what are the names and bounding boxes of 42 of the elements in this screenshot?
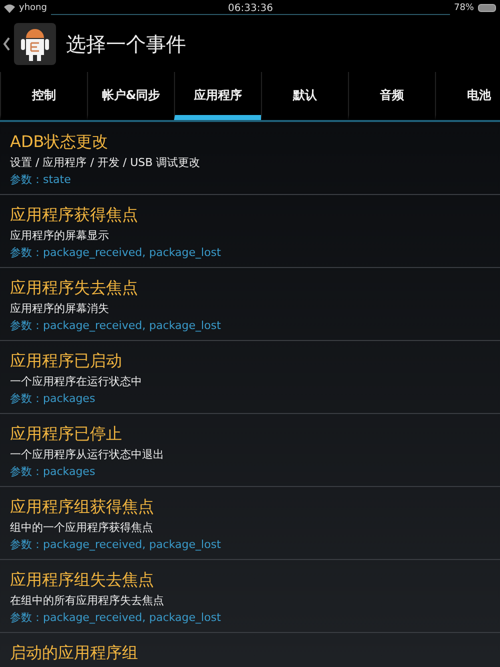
event-list-item[interactable]: 启动的应用程序组 [0, 633, 500, 667]
event-list-item[interactable]: 应用程序组获得焦点 组中的一个应用程序获得焦点 参数：package_received, package_lost [0, 487, 500, 560]
event-parameters: 参数：package_received, package_lost [10, 318, 222, 334]
event-parameters: 参数：package_received, package_lost [10, 245, 222, 261]
event-list-item[interactable]: 应用程序组失去焦点 在组中的所有应用程序失去焦点 参数：package_received, package_lost [0, 560, 500, 633]
event-title: 应用程序已启动 [10, 351, 123, 371]
battery-icon [478, 4, 496, 12]
back-chevron-icon[interactable] [3, 37, 10, 51]
tab[interactable]: 帐户&同步 [87, 72, 174, 120]
event-list-item[interactable]: ADB状态更改 设置 / 应用程序 / 开发 / USB 调试更改 参数：state [0, 122, 500, 195]
tab[interactable]: 默认 [261, 72, 348, 120]
event-parameters: 参数：packages [10, 391, 96, 407]
wifi-icon [4, 4, 15, 12]
event-list-item[interactable]: 应用程序已启动 一个应用程序在运行状态中 参数：packages [0, 341, 500, 414]
event-list-item[interactable]: 应用程序获得焦点 应用程序的屏幕显示 参数：package_received, package_lost [0, 195, 500, 268]
event-parameters: 参数：package_received, package_lost [10, 537, 222, 553]
event-list-item[interactable]: 应用程序已停止 一个应用程序从运行状态中退出 参数：packages [0, 414, 500, 487]
event-description: 应用程序的屏幕消失 [10, 301, 110, 317]
event-title: 应用程序已停止 [10, 424, 123, 444]
network-name: yhong [19, 3, 47, 13]
event-description: 在组中的所有应用程序失去焦点 [10, 593, 165, 609]
event-parameters: 参数：state [10, 172, 72, 188]
page-title: 选择一个事件 [66, 30, 186, 58]
event-title: ADB状态更改 [10, 132, 110, 152]
event-title: 应用程序失去焦点 [10, 278, 139, 298]
event-title: 应用程序组获得焦点 [10, 497, 155, 517]
event-title: 应用程序获得焦点 [10, 205, 139, 225]
event-parameters: 参数：package_received, package_lost [10, 610, 222, 626]
event-title: 启动的应用程序组 [10, 643, 139, 663]
event-parameters: 参数：packages [10, 464, 96, 480]
battery-percent: 78% [454, 3, 474, 13]
status-time: 06:33:36 [228, 2, 273, 14]
event-description: 设置 / 应用程序 / 开发 / USB 调试更改 [10, 155, 202, 171]
event-description: 一个应用程序在运行状态中 [10, 374, 143, 390]
event-description: 应用程序的屏幕显示 [10, 228, 110, 244]
tab[interactable]: 控制 [0, 72, 87, 120]
event-list-item[interactable]: 应用程序失去焦点 应用程序的屏幕消失 参数：package_received, package_lost [0, 268, 500, 341]
tab[interactable]: 电池 [435, 72, 500, 120]
tab[interactable]: 音频 [348, 72, 435, 120]
event-description: 组中的一个应用程序获得焦点 [10, 520, 154, 536]
event-title: 应用程序组失去焦点 [10, 570, 155, 590]
event-description: 一个应用程序从运行状态中退出 [10, 447, 165, 463]
